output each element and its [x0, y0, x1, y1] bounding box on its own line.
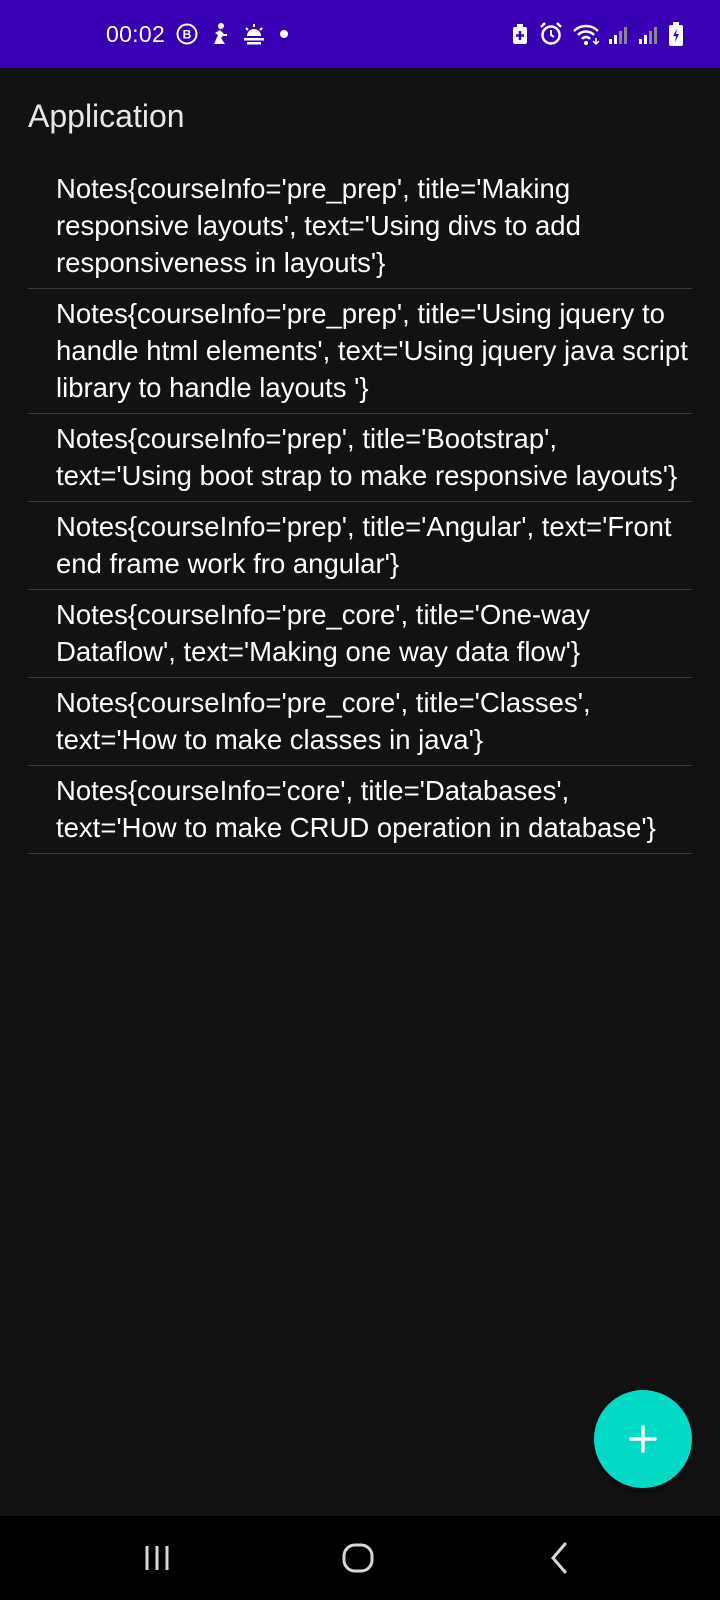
add-note-button[interactable]: [594, 1390, 692, 1488]
page-title: Application: [28, 98, 185, 134]
recents-button[interactable]: [107, 1516, 207, 1600]
dot-icon: [277, 22, 291, 46]
navigation-bar: [0, 1516, 720, 1600]
list-item[interactable]: Notes{courseInfo='pre_prep', title='Maki…: [28, 164, 692, 289]
list-item[interactable]: Notes{courseInfo='prep', title='Bootstra…: [28, 414, 692, 502]
status-bar: 00:02 B: [0, 0, 720, 68]
status-time: 00:02: [106, 20, 166, 47]
home-button[interactable]: [308, 1516, 408, 1600]
signal-icon: [638, 22, 660, 46]
alarm-icon: [538, 21, 564, 47]
app-bar: Application: [0, 68, 720, 168]
plus-icon: [627, 1423, 659, 1455]
weather-icon: [241, 22, 267, 46]
list-item[interactable]: Notes{courseInfo='pre_core', title='Clas…: [28, 678, 692, 766]
status-right: [510, 0, 684, 68]
status-left: 00:02 B: [106, 0, 291, 68]
signal-icon: [608, 22, 630, 46]
notes-list: Notes{courseInfo='pre_prep', title='Maki…: [28, 164, 692, 854]
b-circle-icon: B: [175, 22, 199, 46]
svg-text:B: B: [183, 28, 192, 42]
list-item[interactable]: Notes{courseInfo='pre_prep', title='Usin…: [28, 289, 692, 414]
recents-icon: [142, 1543, 172, 1573]
back-button[interactable]: [509, 1516, 609, 1600]
list-item[interactable]: Notes{courseInfo='core', title='Database…: [28, 766, 692, 854]
list-item[interactable]: Notes{courseInfo='prep', title='Angular'…: [28, 502, 692, 590]
battery-saver-icon: [510, 22, 530, 46]
wifi-icon: [572, 22, 600, 46]
figure-icon: [209, 22, 231, 46]
back-icon: [546, 1541, 572, 1575]
list-item[interactable]: Notes{courseInfo='pre_core', title='One-…: [28, 590, 692, 678]
battery-icon: [668, 21, 684, 47]
home-icon: [341, 1541, 375, 1575]
